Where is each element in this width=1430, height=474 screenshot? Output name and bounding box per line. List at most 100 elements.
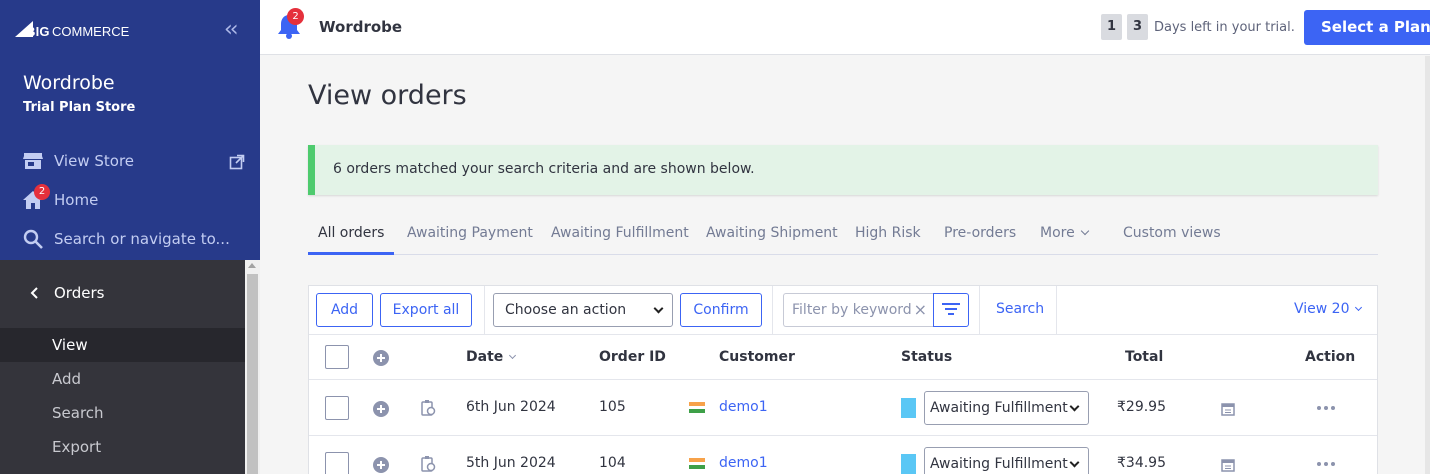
india-flag-icon [689,458,705,469]
order-id: 104 [599,455,626,471]
tab-high-risk[interactable]: High Risk [855,218,921,255]
confirm-button[interactable]: Confirm [680,293,762,327]
select-plan-button[interactable]: Select a Plan [1304,10,1430,45]
order-tabs: All orders Awaiting Payment Awaiting Ful… [308,218,1378,255]
tab-pre-orders[interactable]: Pre-orders [944,218,1016,255]
external-link-icon[interactable] [229,154,245,170]
trial-digit: 1 [1101,14,1122,40]
top-header: 2 Wordrobe 1 3 Days left in your trial. … [260,0,1430,55]
order-date: 6th Jun 2024 [466,399,556,415]
table-row: 5th Jun 2024 104 demo1 Awaiting Fulfillm… [309,436,1377,474]
status-color-swatch [901,398,916,418]
storefront-icon [22,150,44,172]
orders-section-title: Orders [54,284,105,302]
bigcommerce-logo[interactable]: BIG COMMERCE [15,15,135,41]
store-name: Wordrobe [23,72,115,94]
tab-awaiting-shipment[interactable]: Awaiting Shipment [706,218,838,255]
sidebar-item-home[interactable]: 2 Home [22,184,99,213]
order-total: ₹29.95 [1117,399,1166,415]
divider [772,286,773,335]
divider [1056,286,1057,335]
bigcommerce-logo-mark: BIG COMMERCE [15,21,130,39]
tab-all-orders[interactable]: All orders [308,218,395,255]
row-checkbox[interactable] [325,396,349,420]
chevron-down-icon [1069,401,1080,412]
column-date[interactable]: Date [466,349,517,365]
calendar-icon[interactable] [1221,457,1235,472]
order-history-icon[interactable] [420,455,436,472]
export-all-button[interactable]: Export all [380,293,472,327]
scroll-up-arrow-icon[interactable] [248,263,256,268]
svg-text:COMMERCE: COMMERCE [52,24,130,39]
sidebar-store-panel: BIG COMMERCE ‹‹ Wordrobe Trial Plan Stor… [0,0,260,260]
tab-awaiting-fulfillment[interactable]: Awaiting Fulfillment [551,218,689,255]
column-status: Status [901,349,953,365]
customer-link[interactable]: demo1 [719,399,768,415]
tab-more-label: More [1040,225,1075,241]
search-button[interactable]: Search [996,301,1044,317]
back-chevron-icon[interactable] [28,283,42,303]
tab-awaiting-payment[interactable]: Awaiting Payment [407,218,533,255]
notification-badge: 2 [287,8,304,25]
orders-toolbar: Add Export all Choose an action Confirm … [309,286,1377,335]
expand-all-icon[interactable] [373,350,389,366]
filter-keyword-input[interactable]: Filter by keyword × [783,293,934,327]
page-title: View orders [308,80,467,111]
column-customer: Customer [719,349,795,365]
status-value: Awaiting Fulfillment [930,456,1068,472]
sort-chevron-icon [509,351,517,360]
sidebar-item-label: Home [54,191,99,209]
view-per-page-label: View 20 [1294,301,1350,317]
filter-placeholder: Filter by keyword [792,302,912,318]
store-plan: Trial Plan Store [23,100,136,115]
sidebar-search[interactable]: Search or navigate to... [22,226,230,252]
add-order-button[interactable]: Add [316,293,373,327]
success-alert: 6 orders matched your search criteria an… [308,145,1378,195]
sidebar-item-add[interactable]: Add [0,362,245,396]
expand-row-icon[interactable] [373,401,389,417]
sidebar-item-view-store[interactable]: View Store [22,148,134,174]
bulk-action-select[interactable]: Choose an action [493,293,673,327]
tab-custom-views[interactable]: Custom views [1123,218,1221,255]
select-all-checkbox[interactable] [325,345,349,369]
filter-options-button[interactable] [933,293,969,327]
expand-row-icon[interactable] [373,457,389,473]
tab-more[interactable]: More [1040,218,1089,255]
customer-link[interactable]: demo1 [719,455,768,471]
order-id: 105 [599,399,626,415]
scrollbar-thumb[interactable] [247,274,258,474]
status-color-swatch [901,454,916,474]
sidebar-item-label: View Store [54,152,135,170]
divider [979,286,980,335]
search-icon [22,228,44,250]
orders-panel: Add Export all Choose an action Confirm … [308,285,1378,474]
collapse-sidebar-icon[interactable]: ‹‹ [224,19,246,42]
status-select[interactable]: Awaiting Fulfillment [924,447,1089,474]
row-checkbox[interactable] [325,452,349,474]
more-actions-icon[interactable] [1317,462,1335,466]
bulk-action-value: Choose an action [505,302,627,318]
trial-text: Days left in your trial. [1154,19,1295,35]
chevron-down-icon [1354,303,1362,312]
calendar-icon[interactable] [1221,401,1235,416]
chevron-down-icon [1069,457,1080,468]
order-history-icon[interactable] [420,399,436,416]
clear-icon[interactable]: × [914,294,927,326]
home-notification-badge: 2 [34,184,50,200]
status-value: Awaiting Fulfillment [930,400,1068,416]
sidebar-item-view[interactable]: View [0,328,245,362]
more-actions-icon[interactable] [1317,406,1335,410]
order-total: ₹34.95 [1117,455,1166,471]
sidebar: BIG COMMERCE ‹‹ Wordrobe Trial Plan Stor… [0,0,260,474]
page-scrollbar[interactable] [1425,56,1430,474]
chevron-down-icon [653,303,664,314]
column-order-id: Order ID [599,349,666,365]
sidebar-item-export[interactable]: Export [0,430,245,464]
sidebar-item-search[interactable]: Search [0,396,245,430]
sidebar-search-placeholder: Search or navigate to... [54,230,230,248]
status-select[interactable]: Awaiting Fulfillment [924,391,1089,425]
trial-countdown: 1 3 Days left in your trial. [1101,14,1295,40]
sidebar-scrollbar[interactable] [245,260,260,474]
view-per-page-dropdown[interactable]: View 20 [1294,301,1362,317]
filter-icon [942,303,960,315]
